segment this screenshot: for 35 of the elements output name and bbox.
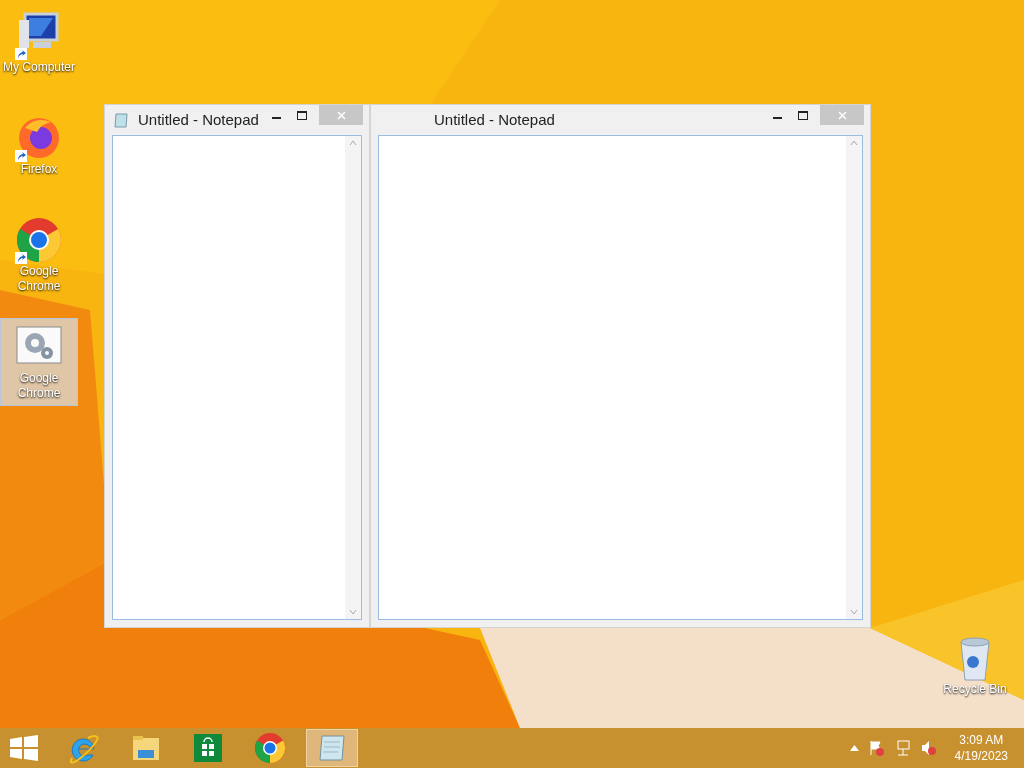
clock-date: 4/19/2023 bbox=[954, 748, 1008, 764]
scroll-down-icon bbox=[349, 609, 357, 615]
taskbar-app-button[interactable] bbox=[306, 729, 358, 767]
icon-label: Firefox bbox=[19, 162, 59, 177]
windows-logo-icon bbox=[10, 735, 38, 761]
network-icon[interactable] bbox=[894, 740, 911, 756]
scroll-down-icon bbox=[850, 609, 858, 615]
scrollbar[interactable] bbox=[345, 136, 361, 619]
muted-speaker-icon[interactable] bbox=[920, 740, 937, 756]
chrome-icon bbox=[15, 216, 63, 264]
icon-label: Google Chrome bbox=[16, 264, 62, 294]
browser-e-icon bbox=[68, 732, 100, 764]
icon-label: My Computer bbox=[2, 60, 76, 75]
chrome-icon bbox=[254, 732, 286, 764]
icon-label: Google Chrome bbox=[16, 371, 62, 401]
close-icon bbox=[336, 110, 346, 120]
maximize-icon bbox=[297, 110, 307, 120]
store-icon bbox=[192, 732, 224, 764]
scrollbar[interactable] bbox=[846, 136, 862, 619]
desktop-icon[interactable]: Firefox bbox=[0, 110, 78, 181]
notepad-icon bbox=[316, 732, 348, 764]
desktop-icon[interactable]: Google Chrome bbox=[0, 212, 78, 298]
scroll-up-icon bbox=[850, 140, 858, 146]
desktop-icon[interactable]: My Computer bbox=[0, 8, 78, 79]
window-title: Untitled - Notepad bbox=[434, 109, 555, 130]
maximize-icon bbox=[798, 110, 808, 120]
minimize-icon bbox=[772, 117, 782, 119]
minimize-icon bbox=[271, 117, 281, 119]
show-hidden-icons-icon[interactable] bbox=[849, 745, 859, 751]
scroll-up-icon bbox=[349, 140, 357, 146]
close-icon bbox=[837, 110, 847, 120]
clock-time: 3:09 AM bbox=[959, 732, 1004, 748]
flag-error-icon[interactable] bbox=[868, 740, 885, 756]
desktop-icon[interactable]: Google Chrome bbox=[0, 318, 78, 406]
window-title: Untitled - Notepad bbox=[138, 109, 259, 130]
